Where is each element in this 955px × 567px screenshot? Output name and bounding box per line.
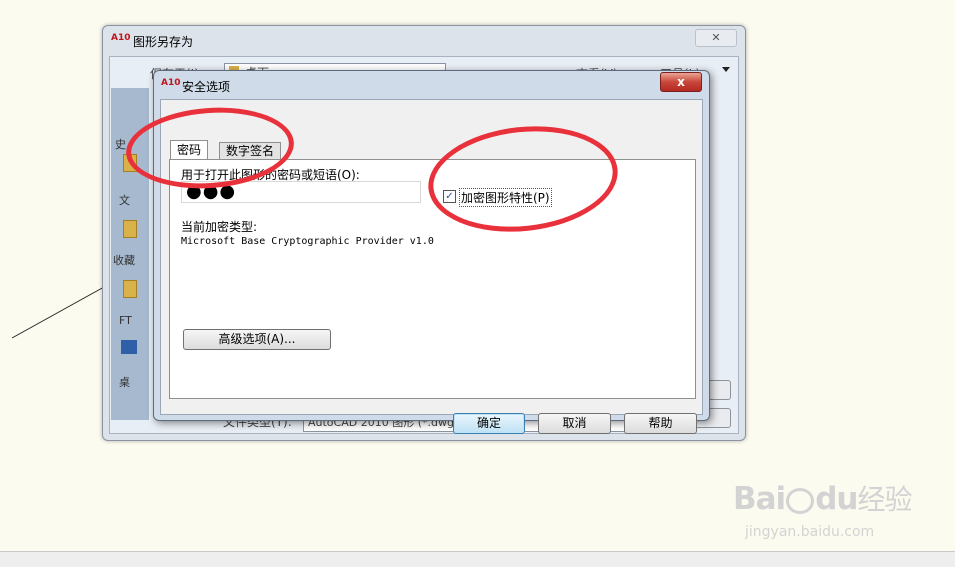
security-dialog-title: 安全选项 [182, 80, 231, 94]
tools-dropdown-icon[interactable] [722, 67, 730, 72]
watermark-url: jingyan.baidu.com [745, 524, 875, 540]
help-button[interactable]: 帮助 [624, 413, 697, 434]
paw-icon [786, 487, 815, 514]
watermark-brand-du: du [815, 481, 858, 517]
places-item-history[interactable]: 史 [115, 136, 126, 152]
save-as-close-button[interactable]: ✕ [695, 29, 737, 47]
places-item-ftp[interactable]: FT [119, 314, 132, 327]
watermark-brand: Bai [733, 481, 786, 517]
desktop-icon [121, 340, 137, 354]
folder-icon [123, 280, 137, 298]
autocad-app-icon: A10 [161, 78, 181, 88]
ok-button[interactable]: 确定 [453, 413, 525, 434]
cancel-button[interactable]: 取消 [538, 413, 611, 434]
encryption-type-value: Microsoft Base Cryptographic Provider v1… [181, 236, 434, 247]
security-close-button[interactable]: x [660, 72, 702, 92]
save-as-title: 图形另存为 [133, 35, 194, 49]
autocad-app-icon: A10 [111, 33, 131, 43]
places-item-favorites[interactable]: 收藏 [113, 252, 135, 268]
encryption-type-label: 当前加密类型: [181, 220, 258, 234]
folder-icon [123, 220, 137, 238]
bottom-status-bar [0, 551, 955, 567]
baidu-watermark-logo: Bai du经验 [733, 478, 912, 518]
advanced-options-button[interactable]: 高级选项(A)... [183, 329, 331, 350]
watermark-suffix: 经验 [857, 483, 912, 516]
tab-password[interactable]: 密码 [170, 140, 209, 159]
places-item-desktop[interactable]: 桌 [119, 374, 130, 390]
places-item-documents[interactable]: 文 [119, 192, 130, 208]
